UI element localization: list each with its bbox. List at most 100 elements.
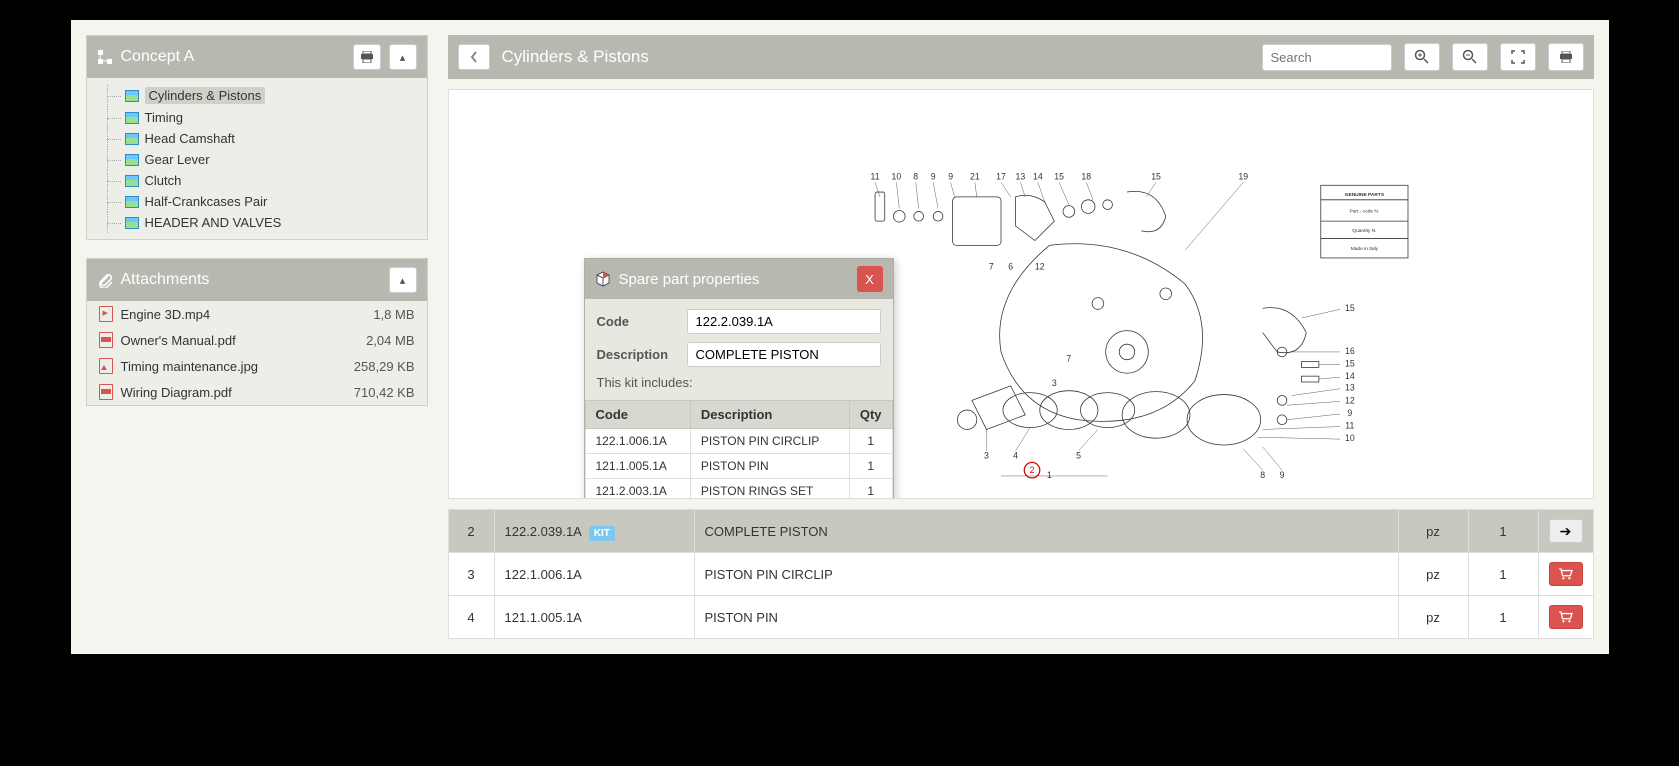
tree-item[interactable]: Half-Crankcases Pair bbox=[87, 191, 427, 212]
cell-qty: 1 bbox=[849, 479, 892, 500]
th-code: Code bbox=[585, 401, 690, 429]
tree-item-label: Clutch bbox=[145, 173, 182, 188]
viewer-body[interactable]: 1110899 211713141518 1519 7612 73 151615… bbox=[448, 89, 1594, 499]
print-button[interactable] bbox=[353, 44, 381, 70]
image-icon bbox=[125, 90, 139, 102]
svg-text:8: 8 bbox=[913, 172, 918, 182]
svg-text:15: 15 bbox=[1345, 359, 1355, 369]
file-row[interactable]: Timing maintenance.jpg258,29 KB bbox=[87, 353, 427, 379]
attachments-title: Attachments bbox=[121, 271, 381, 289]
tree-item[interactable]: Head Camshaft bbox=[87, 128, 427, 149]
main: Cylinders & Pistons bbox=[448, 35, 1594, 639]
cell-qty: 1 bbox=[1468, 553, 1538, 596]
fullscreen-button[interactable] bbox=[1500, 43, 1536, 71]
file-icon bbox=[99, 332, 113, 348]
attachments-collapse-button[interactable]: ▴ bbox=[389, 267, 417, 293]
tree-item-label: Half-Crankcases Pair bbox=[145, 194, 268, 209]
svg-text:16: 16 bbox=[1345, 346, 1355, 356]
tree-item[interactable]: Clutch bbox=[87, 170, 427, 191]
viewer-print-button[interactable] bbox=[1548, 43, 1584, 71]
svg-text:3: 3 bbox=[1052, 378, 1057, 388]
row-cart-button[interactable] bbox=[1549, 562, 1583, 586]
tree-item[interactable]: Gear Lever bbox=[87, 149, 427, 170]
svg-text:1: 1 bbox=[1047, 470, 1052, 480]
svg-text:11: 11 bbox=[871, 172, 880, 182]
tree-icon bbox=[97, 49, 113, 65]
zoom-in-button[interactable] bbox=[1404, 43, 1440, 71]
tree-item-label: HEADER AND VALVES bbox=[145, 215, 282, 230]
file-name: Timing maintenance.jpg bbox=[121, 359, 346, 374]
svg-text:18: 18 bbox=[1082, 172, 1092, 182]
viewer-title: Cylinders & Pistons bbox=[502, 47, 1250, 67]
cell-unit: pz bbox=[1398, 596, 1468, 639]
svg-text:13: 13 bbox=[1345, 383, 1355, 393]
description-input[interactable] bbox=[687, 342, 881, 367]
search-input[interactable] bbox=[1262, 44, 1392, 71]
cell-qty: 1 bbox=[1468, 510, 1538, 553]
svg-text:15: 15 bbox=[1345, 303, 1355, 313]
svg-text:7: 7 bbox=[989, 262, 994, 272]
cell-unit: pz bbox=[1398, 553, 1468, 596]
tree-item[interactable]: HEADER AND VALVES bbox=[87, 212, 427, 233]
svg-text:12: 12 bbox=[1035, 262, 1045, 272]
code-label: Code bbox=[597, 314, 677, 329]
popup-title: Spare part properties bbox=[619, 271, 849, 288]
svg-text:Quantity N.: Quantity N. bbox=[1352, 228, 1376, 234]
svg-text:2: 2 bbox=[1030, 465, 1035, 475]
collapse-button[interactable]: ▴ bbox=[389, 44, 417, 70]
cell-desc: COMPLETE PISTON bbox=[694, 510, 1398, 553]
svg-text:9: 9 bbox=[931, 172, 936, 182]
table-row[interactable]: 4121.1.005.1APISTON PINpz1 bbox=[448, 596, 1593, 639]
svg-text:9: 9 bbox=[948, 172, 953, 182]
kit-badge: KIT bbox=[589, 526, 615, 541]
file-row[interactable]: Engine 3D.mp41,8 MB bbox=[87, 301, 427, 327]
svg-text:13: 13 bbox=[1016, 172, 1026, 182]
cube-icon bbox=[595, 271, 611, 287]
table-row: 121.2.003.1APISTON RINGS SET1 bbox=[585, 479, 892, 500]
close-button[interactable]: X bbox=[857, 266, 883, 292]
cell-desc: PISTON PIN CIRCLIP bbox=[690, 429, 849, 454]
file-icon bbox=[99, 358, 113, 374]
svg-text:12: 12 bbox=[1345, 395, 1355, 405]
file-size: 2,04 MB bbox=[366, 333, 414, 348]
file-icon bbox=[99, 384, 113, 400]
file-name: Engine 3D.mp4 bbox=[121, 307, 366, 322]
code-input[interactable] bbox=[687, 309, 881, 334]
table-row[interactable]: 3122.1.006.1APISTON PIN CIRCLIPpz1 bbox=[448, 553, 1593, 596]
description-row: Description bbox=[597, 342, 881, 367]
tree-item[interactable]: Cylinders & Pistons bbox=[87, 84, 427, 107]
cell-action: ➔ bbox=[1538, 510, 1593, 553]
file-list: Engine 3D.mp41,8 MBOwner's Manual.pdf2,0… bbox=[87, 301, 427, 405]
svg-text:11: 11 bbox=[1345, 421, 1354, 431]
zoom-out-button[interactable] bbox=[1452, 43, 1488, 71]
image-icon bbox=[125, 175, 139, 187]
back-button[interactable] bbox=[458, 44, 490, 70]
svg-text:6: 6 bbox=[1008, 262, 1013, 272]
svg-text:3: 3 bbox=[984, 451, 989, 461]
image-icon bbox=[125, 154, 139, 166]
svg-text:9: 9 bbox=[1280, 470, 1285, 480]
svg-text:9: 9 bbox=[1348, 408, 1353, 418]
file-row[interactable]: Owner's Manual.pdf2,04 MB bbox=[87, 327, 427, 353]
concept-panel: Concept A ▴ Cylinders & PistonsTimingHea… bbox=[86, 35, 428, 240]
cell-num: 3 bbox=[448, 553, 494, 596]
cell-desc: PISTON PIN bbox=[690, 454, 849, 479]
file-row[interactable]: Wiring Diagram.pdf710,42 KB bbox=[87, 379, 427, 405]
row-cart-button[interactable] bbox=[1549, 605, 1583, 629]
expand-row-button[interactable]: ➔ bbox=[1549, 519, 1583, 543]
svg-text:Made in Italy: Made in Italy bbox=[1351, 246, 1379, 252]
svg-text:10: 10 bbox=[892, 172, 902, 182]
cell-unit: pz bbox=[1398, 510, 1468, 553]
image-icon bbox=[125, 217, 139, 229]
svg-text:14: 14 bbox=[1033, 172, 1043, 182]
kit-table: Code Description Qty 122.1.006.1APISTON … bbox=[585, 400, 893, 499]
tree-item-label: Timing bbox=[145, 110, 184, 125]
tree-item[interactable]: Timing bbox=[87, 107, 427, 128]
cell-code: 121.2.003.1A bbox=[585, 479, 690, 500]
description-label: Description bbox=[597, 347, 677, 362]
parts-table: 2122.2.039.1A KITCOMPLETE PISTONpz1➔3122… bbox=[448, 509, 1594, 639]
table-row[interactable]: 2122.2.039.1A KITCOMPLETE PISTONpz1➔ bbox=[448, 510, 1593, 553]
cell-code: 121.1.005.1A bbox=[585, 454, 690, 479]
svg-text:15: 15 bbox=[1054, 172, 1064, 182]
app-frame: Concept A ▴ Cylinders & PistonsTimingHea… bbox=[71, 20, 1609, 654]
